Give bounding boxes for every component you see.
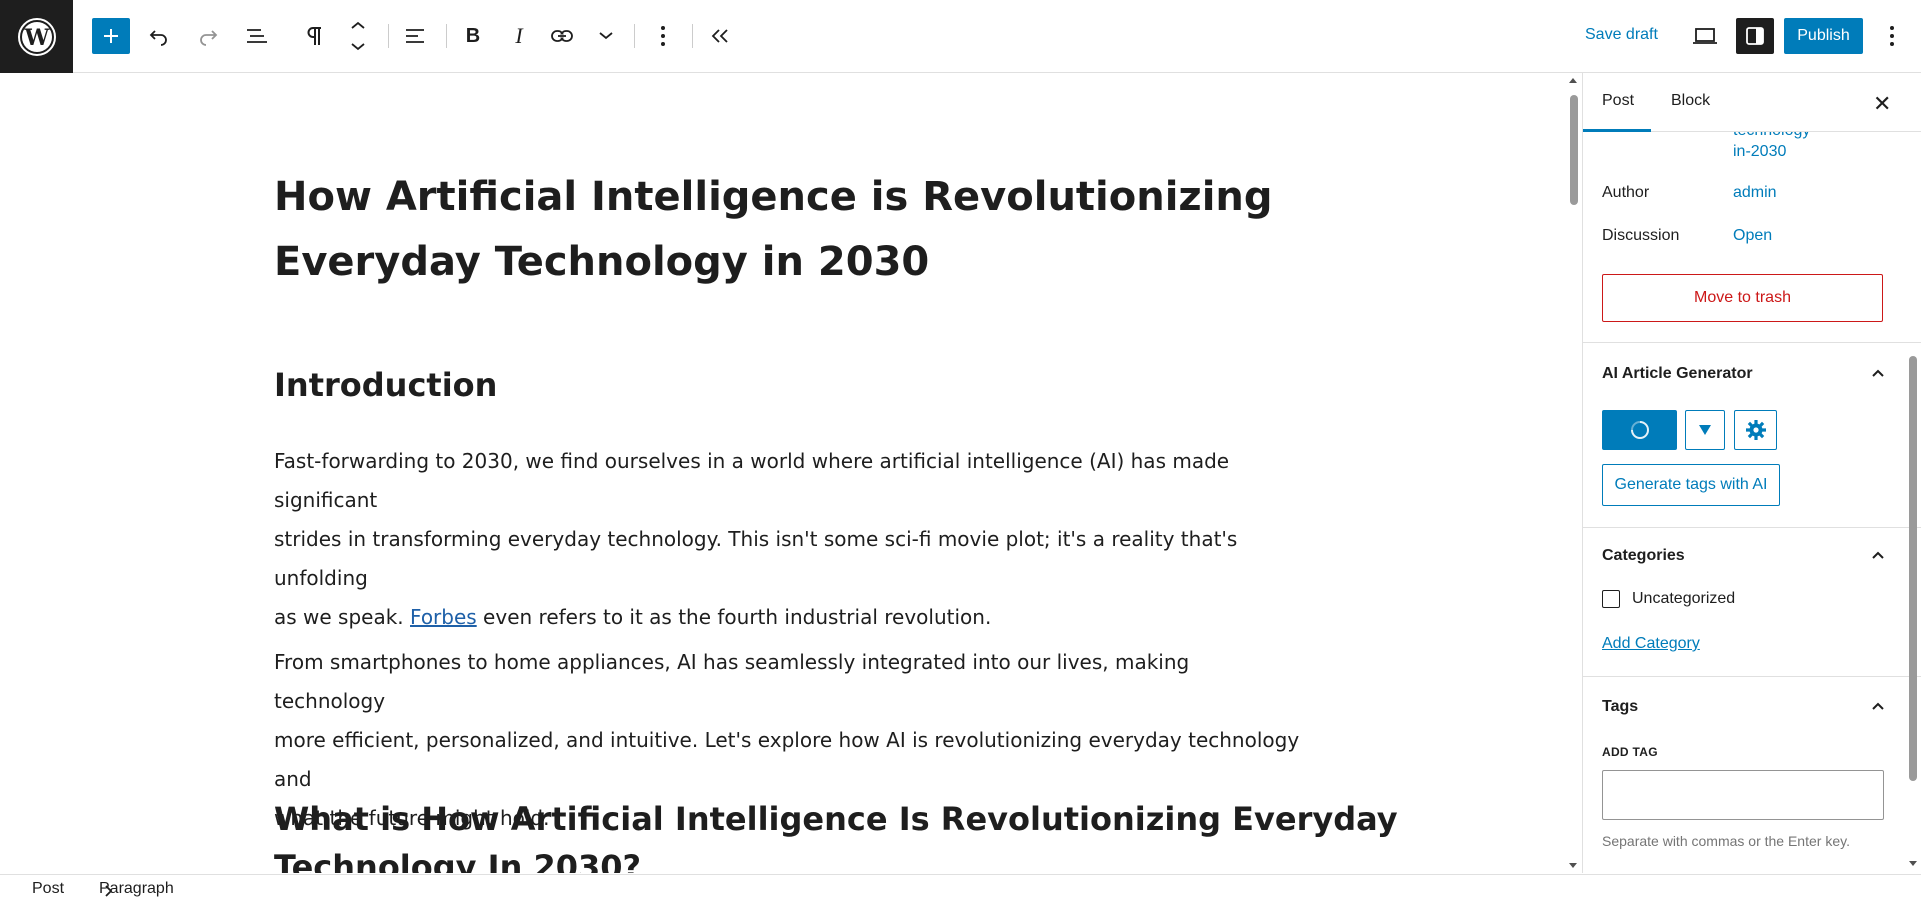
more-vertical-icon: [661, 26, 665, 46]
post-title-line: How Artificial Intelligence is Revolutio…: [274, 174, 1273, 220]
italic-button[interactable]: I: [500, 18, 538, 54]
toolbar-separator: [692, 24, 693, 48]
canvas-scrollbar[interactable]: [1566, 73, 1581, 873]
category-checkbox[interactable]: [1602, 590, 1620, 608]
caret-down-icon: [1699, 425, 1711, 435]
paragraph-text: even refers to it as the fourth industri…: [476, 605, 992, 629]
heading-text: What is How Artificial Intelligence Is R…: [274, 800, 1398, 838]
publish-button[interactable]: Publish: [1784, 18, 1863, 54]
move-arrows-icon: [351, 21, 365, 51]
author-value[interactable]: admin: [1733, 184, 1777, 202]
generate-article-button[interactable]: [1602, 410, 1677, 450]
sidebar-scrollbar-thumb[interactable]: [1909, 356, 1917, 781]
chevron-down-icon: [599, 32, 613, 40]
paragraph-icon: [307, 27, 321, 45]
active-tab-indicator: [1583, 129, 1651, 132]
forbes-link[interactable]: Forbes: [410, 605, 477, 629]
add-tag-label: ADD TAG: [1602, 745, 1658, 759]
heading-what-is[interactable]: What is How Artificial Intelligence Is R…: [274, 795, 1398, 873]
collapse-icon: [711, 29, 728, 43]
italic-icon: I: [515, 23, 523, 48]
paragraph-block[interactable]: Fast-forwarding to 2030, we find ourselv…: [274, 442, 1304, 637]
align-icon: [406, 29, 424, 43]
align-button[interactable]: [396, 18, 434, 54]
panel-divider: [1583, 527, 1921, 528]
options-button[interactable]: [1873, 18, 1911, 54]
discussion-value[interactable]: Open: [1733, 227, 1772, 245]
preview-button[interactable]: [1686, 18, 1724, 54]
toolbar-separator: [634, 24, 635, 48]
list-view-icon: [247, 29, 267, 43]
generator-settings-button[interactable]: [1734, 410, 1777, 450]
sidebar-tabs: Post Block ✕: [1583, 73, 1921, 132]
bold-button[interactable]: B: [454, 18, 492, 54]
list-view-button[interactable]: [238, 18, 276, 54]
post-title-line: Everyday Technology in 2030: [274, 239, 930, 285]
settings-sidebar-button[interactable]: [1736, 18, 1774, 54]
block-options-button[interactable]: [644, 18, 682, 54]
chevron-up-icon[interactable]: [1870, 365, 1886, 381]
paragraph-text: From smartphones to home appliances, AI …: [274, 650, 1190, 713]
undo-button[interactable]: [140, 18, 178, 54]
panel-divider: [1583, 342, 1921, 343]
ai-generator-panel-title[interactable]: AI Article Generator: [1602, 365, 1753, 383]
settings-sidebar: Post Block ✕ technology- in-2030 Author …: [1582, 73, 1921, 873]
generate-tags-button[interactable]: Generate tags with AI: [1602, 464, 1780, 506]
breadcrumb-paragraph[interactable]: Paragraph: [99, 880, 174, 898]
toolbar-separator: [446, 24, 447, 48]
paragraph-text: strides in transforming everyday technol…: [274, 527, 1238, 590]
hide-toolbar-button[interactable]: [701, 18, 739, 54]
editor-header: W B I Save draft Publish: [0, 0, 1921, 73]
discussion-label: Discussion: [1602, 227, 1680, 244]
category-label: Uncategorized: [1632, 590, 1736, 607]
tab-post[interactable]: Post: [1602, 92, 1634, 110]
more-formatting-button[interactable]: [587, 18, 625, 54]
panel-divider: [1583, 676, 1921, 677]
redo-icon: [200, 30, 218, 46]
spinner-icon: [1630, 421, 1649, 439]
link-button[interactable]: [543, 18, 581, 54]
close-icon[interactable]: ✕: [1873, 91, 1891, 117]
paragraph-text: Fast-forwarding to 2030, we find ourselv…: [274, 449, 1230, 512]
tag-help-text: Separate with commas or the Enter key.: [1602, 833, 1850, 849]
heading-text: Technology In 2030?: [274, 848, 642, 873]
sidebar-scrollbar[interactable]: [1905, 73, 1921, 873]
move-to-trash-button[interactable]: Move to trash: [1602, 274, 1883, 322]
wordpress-icon[interactable]: W: [0, 0, 73, 73]
chevron-up-icon[interactable]: [1870, 698, 1886, 714]
paragraph-block-button[interactable]: [295, 18, 333, 54]
add-block-button[interactable]: [92, 18, 130, 54]
bold-icon: B: [465, 24, 481, 47]
redo-button[interactable]: [189, 18, 227, 54]
canvas-scrollbar-thumb[interactable]: [1570, 95, 1578, 205]
save-draft-button[interactable]: Save draft: [1585, 26, 1658, 44]
generator-dropdown-button[interactable]: [1685, 410, 1725, 450]
plus-icon: [104, 29, 118, 43]
editor-canvas[interactable]: How Artificial Intelligence is Revolutio…: [0, 73, 1581, 873]
paragraph-text: as we speak.: [274, 605, 411, 629]
paragraph-text: more efficient, personalized, and intuit…: [274, 728, 1300, 791]
block-breadcrumb: Post Paragraph: [0, 874, 1921, 904]
tags-panel-title[interactable]: Tags: [1602, 698, 1638, 716]
heading-introduction[interactable]: Introduction: [274, 361, 497, 409]
post-url-text: in-2030: [1733, 143, 1787, 160]
tab-block[interactable]: Block: [1671, 92, 1710, 110]
post-title[interactable]: How Artificial Intelligence is Revolutio…: [274, 165, 1274, 295]
categories-panel-title[interactable]: Categories: [1602, 547, 1685, 565]
breadcrumb-post[interactable]: Post: [32, 880, 64, 898]
link-icon: [551, 30, 573, 42]
add-category-link[interactable]: Add Category: [1602, 635, 1700, 653]
move-block-button[interactable]: [339, 18, 377, 54]
preview-icon: [1693, 28, 1717, 44]
author-label: Author: [1602, 184, 1650, 201]
svg-text:W: W: [23, 25, 49, 51]
add-tag-input[interactable]: [1602, 770, 1884, 820]
undo-icon: [149, 30, 167, 46]
gear-icon: [1745, 420, 1766, 440]
chevron-up-icon[interactable]: [1870, 547, 1886, 563]
sidebar-icon: [1746, 27, 1764, 45]
options-icon: [1890, 26, 1894, 46]
toolbar-separator: [388, 24, 389, 48]
